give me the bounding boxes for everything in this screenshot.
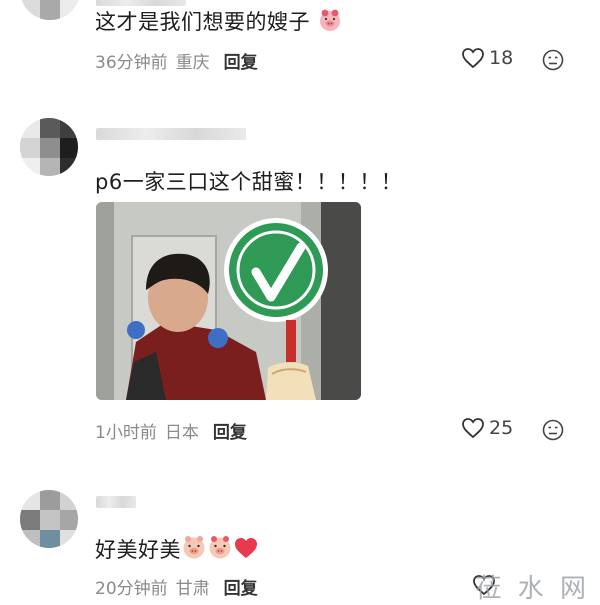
avatar[interactable] bbox=[20, 118, 78, 176]
comment-time: 36分钟前 bbox=[95, 53, 168, 73]
dislike-button[interactable] bbox=[542, 49, 564, 75]
reply-button[interactable]: 回复 bbox=[224, 53, 258, 73]
red-heart-emoji bbox=[235, 538, 257, 558]
comment-text: 好美好美 bbox=[95, 534, 259, 564]
like-count: 25 bbox=[489, 417, 514, 439]
comment-location: 重庆 bbox=[175, 53, 210, 73]
frown-face-icon bbox=[542, 49, 564, 71]
site-watermark: 莅 水 网 bbox=[475, 574, 590, 604]
comment-time: 20分钟前 bbox=[95, 579, 168, 599]
reply-button[interactable]: 回复 bbox=[224, 579, 258, 599]
username-blurred[interactable] bbox=[96, 496, 136, 508]
pig-face-emoji bbox=[209, 536, 231, 559]
comment-location: 日本 bbox=[164, 423, 199, 443]
comment-meta: 1小时前 日本 回复 bbox=[95, 418, 247, 443]
frown-face-icon bbox=[542, 419, 564, 441]
heart-outline-icon bbox=[462, 418, 484, 439]
comment-text: p6一家三口这个甜蜜！！！！！ bbox=[95, 170, 403, 194]
username-blurred[interactable] bbox=[96, 128, 246, 140]
comment-image[interactable] bbox=[96, 202, 361, 400]
dislike-button[interactable] bbox=[542, 419, 564, 445]
comment-location: 甘肃 bbox=[175, 579, 210, 599]
comment-meta: 36分钟前 重庆 回复 bbox=[95, 48, 258, 73]
like-button[interactable]: 25 bbox=[461, 417, 513, 439]
comment-text: 这才是我们想要的嫂子 bbox=[95, 6, 343, 36]
avatar[interactable] bbox=[20, 490, 78, 548]
like-button[interactable]: 18 bbox=[461, 47, 513, 69]
heart-outline-icon bbox=[462, 48, 484, 69]
comment-time: 1小时前 bbox=[95, 423, 157, 443]
reply-button[interactable]: 回复 bbox=[213, 423, 247, 443]
like-count: 18 bbox=[489, 47, 514, 69]
avatar[interactable] bbox=[20, 0, 80, 20]
pig-face-emoji bbox=[320, 9, 341, 31]
comment-meta: 20分钟前 甘肃 回复 bbox=[95, 574, 258, 599]
pig-face-emoji bbox=[183, 536, 205, 559]
meme-image bbox=[96, 202, 361, 400]
